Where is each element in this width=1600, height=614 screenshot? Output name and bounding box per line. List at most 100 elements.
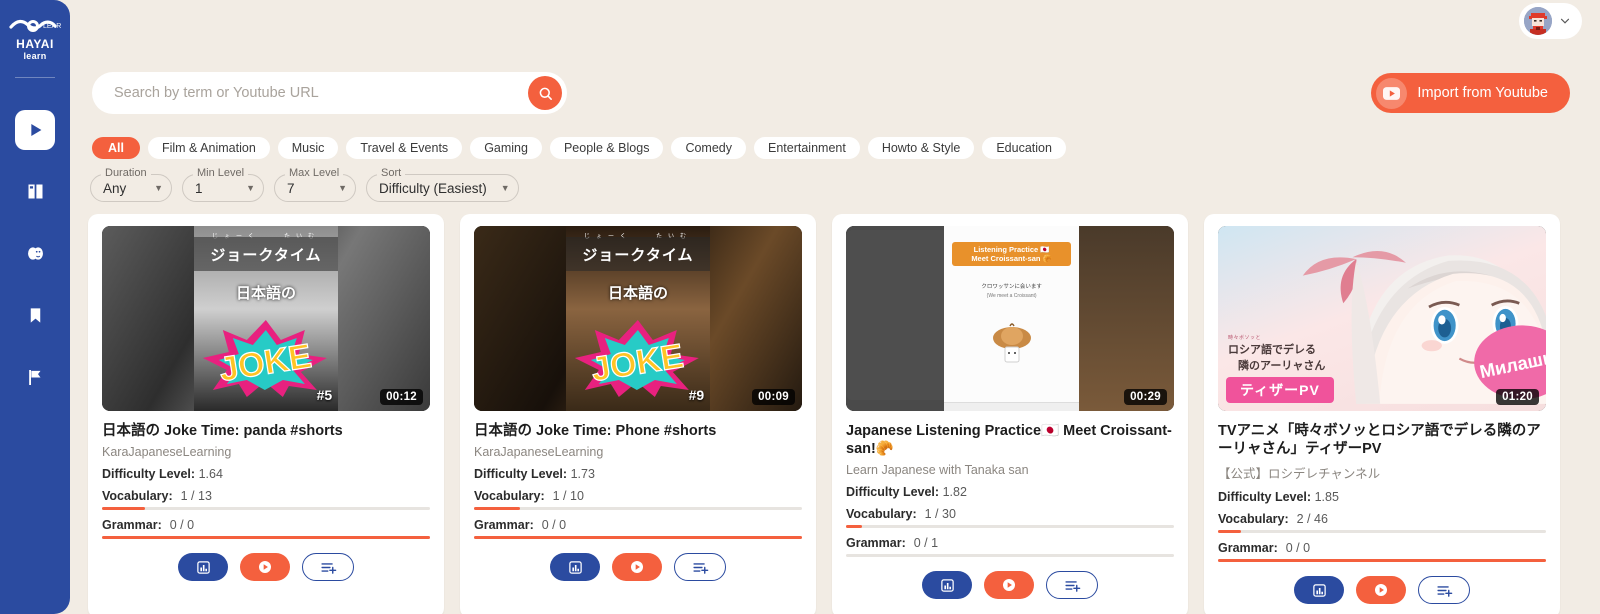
search-input[interactable]: [92, 72, 567, 114]
thumbnail-badge: ティザーPV: [1226, 377, 1334, 403]
add-to-list-button[interactable]: [302, 553, 354, 582]
video-channel[interactable]: Learn Japanese with Tanaka san: [846, 463, 1174, 477]
add-to-list-button[interactable]: [674, 553, 726, 582]
video-card[interactable]: Милашка 時々ボソッと ロシア語でデレる 隣のアーリャさん ティザーPV 01:20…: [1204, 214, 1560, 614]
video-thumbnail[interactable]: じょーく たいむジョークタイム日本語のJOKE#900:09: [474, 226, 802, 411]
chevron-down-icon[interactable]: [1558, 14, 1572, 28]
add-to-list-icon: [692, 562, 708, 574]
category-chip-howto-style[interactable]: Howto & Style: [867, 137, 975, 159]
chevron-down-icon[interactable]: ▼: [324, 183, 347, 193]
play-video-button[interactable]: [1356, 576, 1406, 605]
filter-sort-value: Difficulty (Easiest): [379, 180, 487, 196]
filter-sort-label: Sort: [377, 167, 406, 179]
category-chip-entertainment[interactable]: Entertainment: [754, 137, 860, 159]
video-channel[interactable]: KaraJapaneseLearning: [102, 445, 430, 459]
grammar-row: Grammar: 0 / 0: [1218, 541, 1546, 555]
video-card[interactable]: じょーく たいむジョークタイム日本語のJOKE#500:12 日本語の Joke …: [88, 214, 444, 614]
add-to-list-button[interactable]: [1418, 576, 1470, 605]
category-chip-music[interactable]: Music: [277, 137, 339, 159]
sidebar-item-goals[interactable]: [15, 358, 55, 398]
card-actions: [102, 553, 430, 582]
sidebar-item-saved[interactable]: [15, 296, 55, 336]
category-chip-travel-events[interactable]: Travel & Events: [346, 137, 463, 159]
video-channel[interactable]: KaraJapaneseLearning: [474, 445, 802, 459]
video-duration: 00:12: [380, 389, 423, 405]
search-box[interactable]: [92, 72, 567, 114]
vocabulary-label: Vocabulary:: [846, 507, 917, 522]
sidebar-item-videos[interactable]: [15, 109, 55, 150]
filter-sort[interactable]: Sort Difficulty (Easiest) ▼: [366, 167, 519, 202]
sidebar-item-book[interactable]: [15, 172, 55, 212]
play-video-button[interactable]: [240, 553, 290, 582]
svg-text:LEARN: LEARN: [43, 23, 61, 30]
grammar-label: Grammar:: [102, 518, 162, 533]
filter-duration[interactable]: Duration Any ▼: [90, 167, 172, 202]
chevron-down-icon[interactable]: ▼: [232, 183, 255, 193]
view-stats-button[interactable]: [1294, 576, 1344, 605]
video-title[interactable]: 日本語の Joke Time: panda #shorts: [102, 422, 430, 440]
brand-logo[interactable]: LEARN HAYAI learn: [9, 16, 66, 61]
view-stats-button[interactable]: [178, 553, 228, 582]
grammar-value: 0 / 0: [541, 518, 567, 533]
search-button[interactable]: [528, 76, 562, 110]
book-icon: [25, 181, 46, 202]
main-content: Import from Youtube AllFilm & AnimationM…: [70, 0, 1600, 614]
play-video-button[interactable]: [984, 571, 1034, 600]
category-chip-all[interactable]: All: [92, 137, 140, 159]
thumbnail-foreground: じょーく たいむジョークタイム日本語のJOKE#9: [565, 226, 711, 411]
video-channel[interactable]: 【公式】ロシデレチャンネル: [1218, 463, 1546, 482]
video-card[interactable]: Listening Practice 🇯🇵 Meet Croissant-san …: [832, 214, 1188, 614]
difficulty-value: 1.85: [1314, 490, 1339, 505]
view-stats-button[interactable]: [550, 553, 600, 582]
play-video-button[interactable]: [612, 553, 662, 582]
video-thumbnail[interactable]: Listening Practice 🇯🇵 Meet Croissant-san …: [846, 226, 1174, 411]
category-chip-gaming[interactable]: Gaming: [470, 137, 542, 159]
category-chip-education[interactable]: Education: [982, 137, 1066, 159]
difficulty-row: Difficulty Level: 1.85: [1218, 490, 1546, 504]
video-duration: 01:20: [1496, 389, 1539, 405]
video-title[interactable]: 日本語の Joke Time: Phone #shorts: [474, 422, 802, 440]
vocabulary-value: 1 / 10: [552, 489, 584, 504]
play-icon: [259, 561, 271, 574]
add-to-list-icon: [1436, 585, 1452, 597]
filter-min-level-value: 1: [195, 180, 203, 196]
video-thumbnail[interactable]: Милашка 時々ボソッと ロシア語でデレる 隣のアーリャさん ティザーPV 01:20: [1218, 226, 1546, 411]
category-chip-film-animation[interactable]: Film & Animation: [147, 137, 270, 159]
sidebar: LEARN HAYAI learn: [0, 0, 70, 614]
avatar[interactable]: [1524, 7, 1552, 35]
category-chip-comedy[interactable]: Comedy: [671, 137, 746, 159]
video-title[interactable]: Japanese Listening Practice🇯🇵 Meet Crois…: [846, 422, 1174, 458]
import-from-youtube-button[interactable]: Import from Youtube: [1371, 73, 1570, 113]
add-to-list-icon: [320, 562, 336, 574]
vocabulary-value: 1 / 13: [180, 489, 212, 504]
hayai-swoosh-icon: LEARN: [9, 16, 66, 38]
sidebar-nav: [0, 109, 70, 398]
card-actions: [474, 553, 802, 582]
thumbnail-jp-line2: 隣のアーリャさん: [1238, 360, 1326, 372]
play-icon: [631, 561, 643, 574]
difficulty-label: Difficulty Level:: [1218, 490, 1312, 505]
video-card[interactable]: じょーく たいむジョークタイム日本語のJOKE#900:09 日本語の Joke …: [460, 214, 816, 614]
add-to-list-button[interactable]: [1046, 571, 1098, 600]
chevron-down-icon[interactable]: ▼: [487, 183, 510, 193]
video-title[interactable]: TVアニメ「時々ボソッとロシア語でデレる隣のアーリャさん」ティザーPV: [1218, 422, 1546, 458]
bar-chart-icon: [196, 560, 210, 574]
grammar-progress-bar: [1218, 559, 1546, 563]
filter-min-level[interactable]: Min Level 1 ▼: [182, 167, 264, 202]
user-avatar-icon: [1524, 7, 1552, 35]
view-stats-button[interactable]: [922, 571, 972, 600]
filter-max-level[interactable]: Max Level 7 ▼: [274, 167, 356, 202]
category-chip-people-blogs[interactable]: People & Blogs: [549, 137, 664, 159]
flag-icon: [25, 367, 45, 388]
chevron-down-icon[interactable]: ▼: [140, 183, 163, 193]
account-menu[interactable]: [1519, 3, 1582, 39]
grammar-value: 0 / 1: [913, 536, 939, 551]
filter-max-level-label: Max Level: [285, 167, 344, 179]
bar-chart-icon: [1312, 584, 1326, 597]
filter-duration-value: Any: [103, 180, 127, 196]
video-thumbnail[interactable]: じょーく たいむジョークタイム日本語のJOKE#500:12: [102, 226, 430, 411]
thumbnail-banner-line2: Meet Croissant-san 🥐: [971, 254, 1052, 263]
thumbnail-title-band: ジョークタイム: [193, 237, 339, 271]
sidebar-item-drama[interactable]: [15, 234, 55, 274]
video-card-grid: じょーく たいむジョークタイム日本語のJOKE#500:12 日本語の Joke …: [88, 214, 1584, 614]
